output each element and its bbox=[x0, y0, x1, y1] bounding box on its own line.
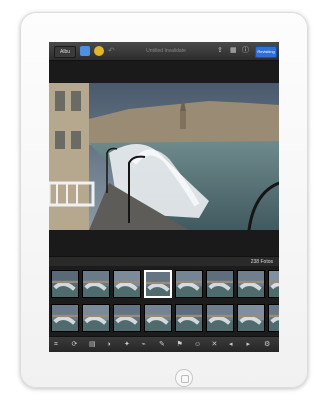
filmstrip-thumbnail[interactable] bbox=[113, 270, 141, 298]
levels-icon[interactable]: ▤ bbox=[89, 340, 96, 350]
edit-button[interactable]: Revisiting bbox=[255, 46, 277, 58]
back-icon[interactable]: ◂ bbox=[229, 340, 233, 350]
brush-icon[interactable]: ⌁ bbox=[142, 340, 146, 350]
favorite-icon[interactable] bbox=[94, 46, 104, 56]
filmstrip-thumbnail[interactable] bbox=[268, 304, 279, 332]
albums-button[interactable]: Albu bbox=[54, 46, 77, 58]
filmstrip-thumbnail[interactable] bbox=[268, 270, 279, 298]
browser-grid-icon[interactable] bbox=[80, 46, 90, 56]
share-icon[interactable]: ⇪ bbox=[217, 46, 223, 56]
filmstrip-thumbnail[interactable] bbox=[144, 270, 172, 298]
filmstrip-thumbnail[interactable] bbox=[206, 270, 234, 298]
color-icon[interactable]: ◑ bbox=[107, 340, 111, 350]
gear-icon[interactable]: ⚙ bbox=[264, 340, 270, 350]
filmstrip-thumbnail[interactable] bbox=[175, 270, 203, 298]
filmstrip-thumbnail[interactable] bbox=[113, 304, 141, 332]
screen: Albu ↶ Untitled Invalidate ⇪ ▦ ⓘ Revisit… bbox=[49, 42, 279, 352]
filmstrip-thumbnail[interactable] bbox=[82, 304, 110, 332]
forward-icon[interactable]: ▸ bbox=[247, 340, 251, 350]
filmstrip-thumbnail[interactable] bbox=[144, 304, 172, 332]
person-icon[interactable]: ☺ bbox=[194, 340, 201, 350]
crop-icon[interactable]: ⌗ bbox=[54, 340, 58, 350]
filmstrip-thumbnail[interactable] bbox=[237, 304, 265, 332]
rotate-icon[interactable]: ⟳ bbox=[72, 340, 78, 350]
grid-icon[interactable]: ▦ bbox=[230, 46, 237, 56]
filmstrip-thumbnail[interactable] bbox=[237, 270, 265, 298]
photo-count[interactable]: 238 Fotos bbox=[251, 258, 273, 266]
delete-icon[interactable]: ✕ bbox=[212, 340, 218, 350]
filmstrip-thumbnail[interactable] bbox=[51, 304, 79, 332]
main-photo[interactable] bbox=[49, 83, 279, 230]
undo-icon[interactable]: ↶ bbox=[108, 46, 118, 56]
filmstrip-thumbnail[interactable] bbox=[82, 270, 110, 298]
filmstrip-thumbnail[interactable] bbox=[206, 304, 234, 332]
info-icon[interactable]: ⓘ bbox=[242, 46, 249, 56]
window-title: Untitled Invalidate bbox=[146, 48, 186, 54]
flag-icon[interactable]: ⚑ bbox=[177, 340, 183, 350]
effects-icon[interactable]: ✦ bbox=[124, 340, 130, 350]
filmstrip bbox=[49, 266, 279, 336]
photo-viewer bbox=[49, 61, 279, 256]
filmstrip-thumbnail[interactable] bbox=[175, 304, 203, 332]
tag-icon[interactable]: ✎ bbox=[159, 340, 165, 350]
top-toolbar: Albu ↶ Untitled Invalidate ⇪ ▦ ⓘ Revisit… bbox=[49, 42, 279, 61]
bottom-toolbar: ⌗ ⟳ ▤ ◑ ✦ ⌁ ✎ ⚑ ☺ ✕ ◂ ▸ ⚙ bbox=[49, 336, 279, 352]
filmstrip-thumbnail[interactable] bbox=[51, 270, 79, 298]
home-button[interactable] bbox=[175, 369, 193, 387]
